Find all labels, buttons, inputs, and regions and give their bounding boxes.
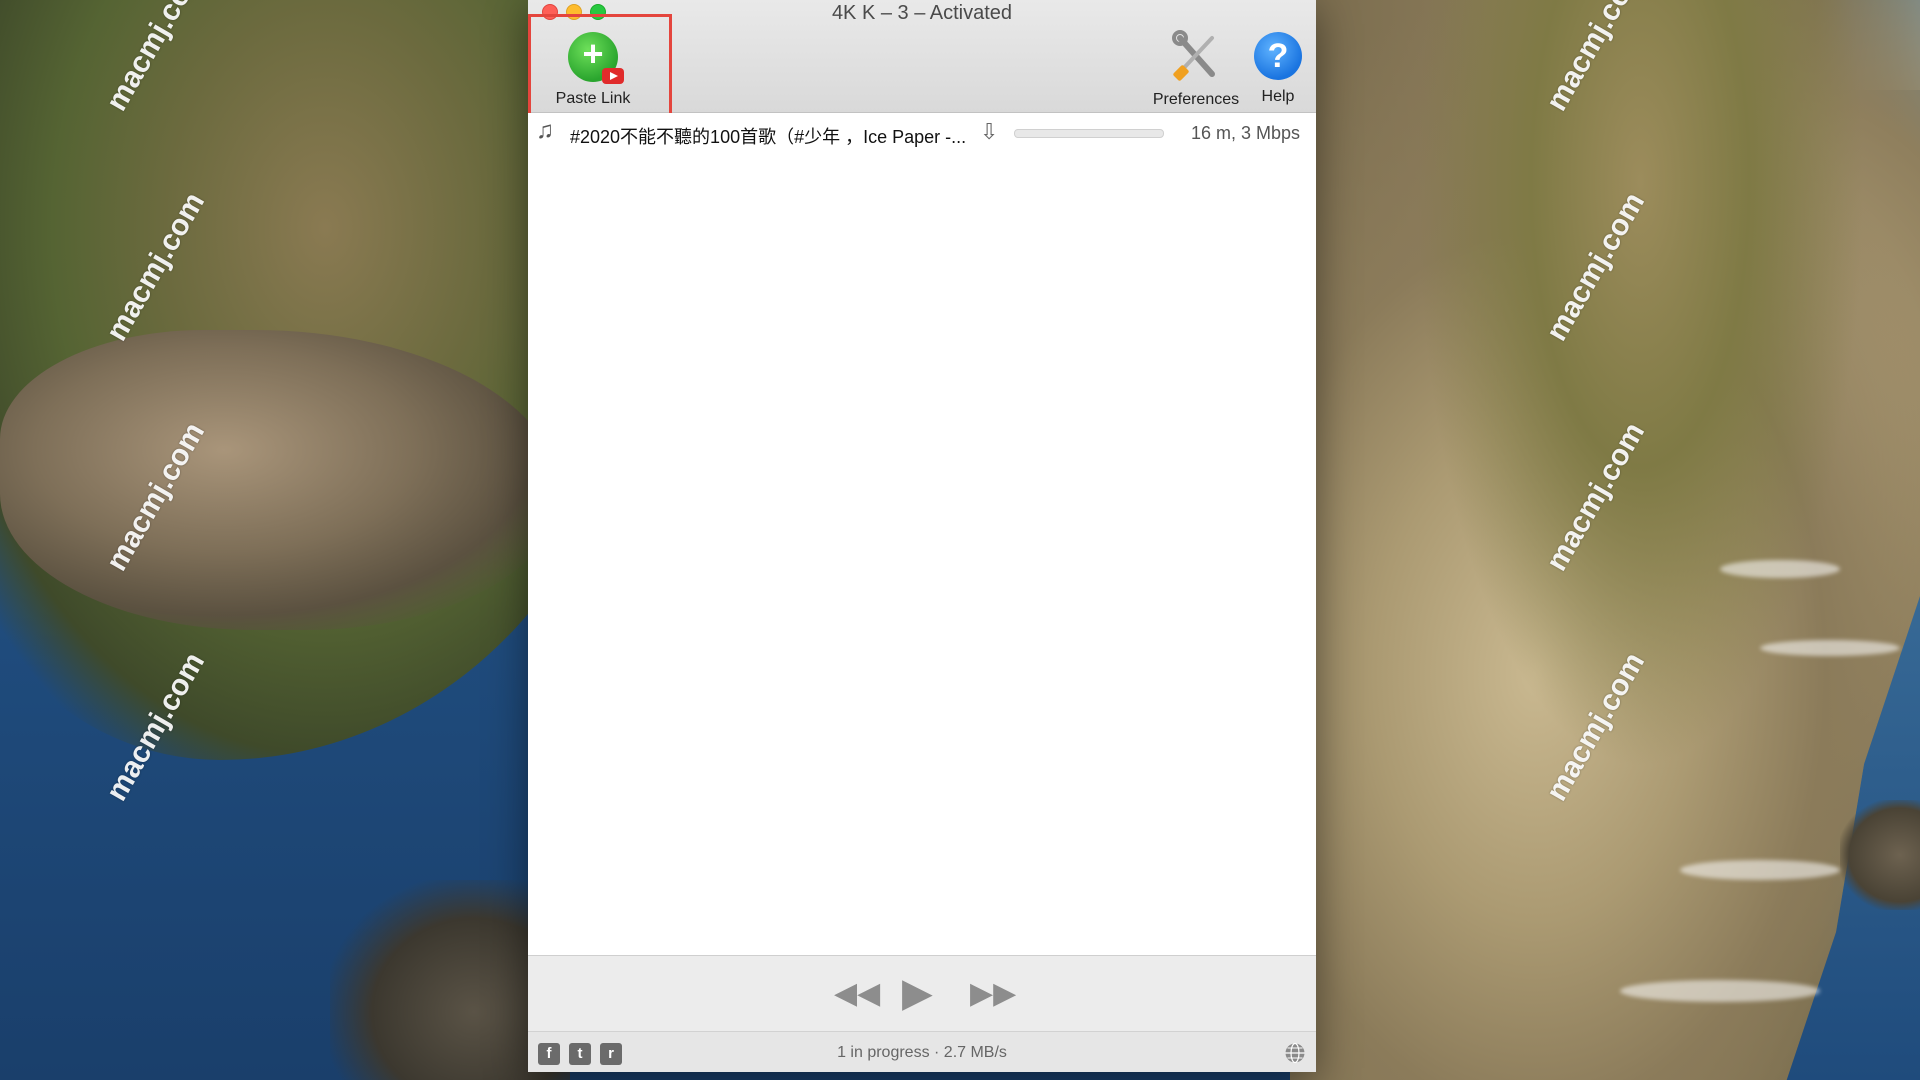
status-text: 1 in progress · 2.7 MB/s (837, 1044, 1007, 1061)
wallpaper-surf (1680, 860, 1840, 880)
play-icon[interactable]: ▶ (902, 970, 933, 1016)
rewind-icon[interactable]: ◀◀ (834, 976, 880, 1011)
preferences-label: Preferences (1152, 91, 1240, 108)
player-controls: ◀◀ ▶ ▶▶ (528, 955, 1316, 1032)
download-list[interactable]: ♫ #2020不能不聽的100首歌（#少年 ，Ice Paper -... ⇩ … (528, 113, 1316, 955)
wallpaper-surf (1620, 980, 1820, 1002)
download-row[interactable]: ♫ #2020不能不聽的100首歌（#少年 ，Ice Paper -... ⇩ … (528, 113, 1316, 151)
paste-link-icon: + (568, 32, 624, 84)
paste-link-button[interactable]: + Paste Link (528, 14, 672, 118)
preferences-button[interactable]: Preferences (1146, 30, 1246, 109)
help-button[interactable]: ? Help (1246, 30, 1310, 106)
status-bar: f t r 1 in progress · 2.7 MB/s (528, 1031, 1316, 1072)
app-window: 4K K – 3 – Activated + Paste Link Prefer… (528, 0, 1316, 1072)
wallpaper-island (1840, 800, 1920, 910)
question-icon: ? (1254, 32, 1302, 80)
titlebar: 4K K – 3 – Activated + Paste Link Prefer… (528, 0, 1316, 118)
download-title: #2020不能不聽的100首歌（#少年 ，Ice Paper -... (570, 127, 967, 147)
wallpaper-surf (1720, 560, 1840, 578)
download-arrow-icon: ⇩ (980, 119, 999, 144)
fast-forward-icon[interactable]: ▶▶ (970, 976, 1016, 1011)
music-note-icon: ♫ (536, 117, 554, 144)
youtube-icon (602, 68, 624, 84)
wallpaper-surf (1760, 640, 1900, 656)
download-meta: 16 m, 3 Mbps (1190, 123, 1300, 143)
download-progress (1014, 129, 1164, 138)
wrench-screwdriver-icon (1172, 30, 1215, 81)
help-label: Help (1261, 88, 1295, 105)
globe-icon[interactable] (1284, 1042, 1306, 1064)
wallpaper-mountain (1290, 0, 1920, 1080)
